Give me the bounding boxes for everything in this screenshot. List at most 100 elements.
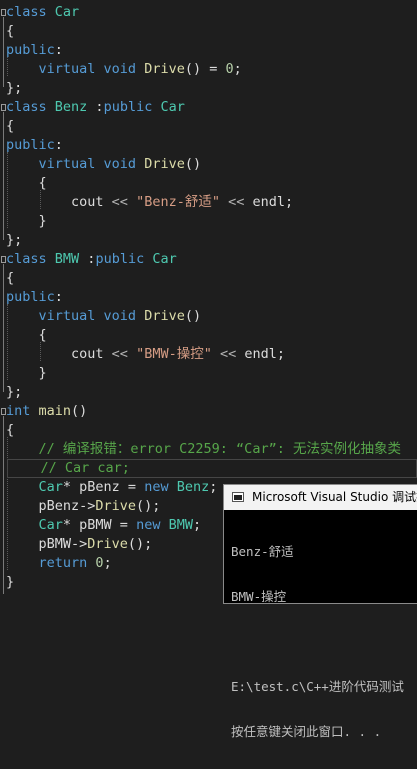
code-token: Car (160, 99, 185, 115)
code-token: << (111, 194, 128, 210)
code-line: public: (6, 288, 63, 307)
code-token: } (6, 574, 15, 590)
code-line: virtual void Drive() (6, 307, 202, 326)
code-line: { (6, 22, 14, 41)
console-output-line: E:\test.c\C++进阶代码测试 (231, 679, 404, 694)
code-token: "BMW-操控" (136, 346, 212, 362)
code-line: int main() (6, 402, 87, 421)
code-line: } (6, 364, 47, 383)
code-token: Benz (54, 99, 88, 115)
code-line: { (6, 269, 14, 288)
code-token: << (220, 346, 237, 362)
code-line: public: (6, 136, 63, 155)
debug-console-window[interactable]: Microsoft Visual Studio 调试控制台 Benz-舒适 BM… (223, 484, 417, 739)
console-title: Microsoft Visual Studio 调试控制台 (252, 490, 417, 504)
console-titlebar[interactable]: Microsoft Visual Studio 调试控制台 (224, 485, 417, 510)
code-line: Car* pBenz = new Benz; (6, 478, 218, 497)
code-token: Benz (176, 479, 210, 495)
code-token: pBMW-> (6, 536, 88, 552)
code-token: Drive (144, 308, 185, 324)
code-token: // 编译报错：error C2259: “Car”: 无法实例化抽象类 (38, 441, 401, 457)
code-line: class Benz :public Car (6, 98, 185, 117)
code-token: ; (192, 517, 202, 533)
code-token: * pBMW = (62, 517, 137, 533)
code-token: * pBenz = (62, 479, 145, 495)
console-output: Benz-舒适 BMW-操控 E:\test.c\C++进阶代码测试 按任意键关… (224, 510, 417, 769)
code-token: ; (103, 555, 112, 571)
code-token: main (38, 403, 72, 419)
code-line: }; (6, 79, 22, 98)
code-line: // Car car; (7, 459, 417, 478)
code-token: { (6, 23, 15, 39)
code-token: } (6, 365, 47, 381)
code-token: public (95, 251, 153, 267)
code-token: Car (38, 479, 63, 495)
code-line: return 0; (6, 554, 112, 573)
code-token: : (87, 99, 104, 115)
code-token: ; (209, 479, 218, 495)
code-token: BMW (54, 251, 80, 267)
code-line: } (6, 212, 47, 231)
code-token: public (103, 99, 161, 115)
code-token: }; (6, 232, 23, 248)
code-token: virtual void (38, 308, 145, 324)
code-token: ; (233, 61, 242, 77)
code-line: { (6, 117, 14, 136)
fold-region-line (3, 416, 4, 594)
code-token: () = (184, 61, 226, 77)
code-token: } (6, 213, 47, 229)
code-token: 0 (225, 61, 234, 77)
code-token: class (6, 251, 55, 267)
code-token: Drive (144, 61, 185, 77)
code-token: public (6, 137, 55, 153)
code-token: endl; (236, 346, 286, 362)
code-line: pBenz->Drive(); (6, 497, 161, 516)
code-line: }; (6, 383, 22, 402)
code-token: Car (54, 4, 80, 20)
code-token: () (184, 308, 202, 324)
console-app-icon (232, 492, 244, 502)
code-token: cout (6, 194, 112, 210)
code-token: // Car car; (40, 460, 130, 476)
code-token: return (38, 555, 96, 571)
code-token: { (6, 270, 15, 286)
code-line: class Car (6, 3, 79, 22)
code-token: : (79, 251, 96, 267)
code-token: public (6, 42, 55, 58)
code-token: { (6, 118, 15, 134)
code-token: 0 (95, 555, 104, 571)
fold-region-line (3, 264, 4, 392)
code-line: Car* pBMW = new BMW; (6, 516, 202, 535)
code-token: BMW (168, 517, 193, 533)
code-line: class BMW :public Car (6, 250, 177, 269)
code-line: virtual void Drive() (6, 155, 202, 174)
code-token: new (136, 517, 169, 533)
code-token: virtual void (38, 156, 145, 172)
code-line: }; (6, 231, 22, 250)
code-line: // 编译报错：error C2259: “Car”: 无法实例化抽象类 (6, 440, 401, 459)
code-token: () (184, 156, 202, 172)
code-line: public: (6, 41, 63, 60)
code-token: { (6, 422, 15, 438)
code-line: { (6, 174, 47, 193)
code-token: cout (6, 346, 112, 362)
code-token: pBenz-> (6, 498, 96, 514)
code-line: } (6, 573, 14, 592)
code-token: () (71, 403, 88, 419)
code-token: Drive (87, 536, 128, 552)
code-token: { (6, 175, 47, 191)
code-token: public (6, 289, 55, 305)
code-token: (); (136, 498, 161, 514)
code-line: cout << "Benz-舒适" << endl; (6, 193, 293, 212)
